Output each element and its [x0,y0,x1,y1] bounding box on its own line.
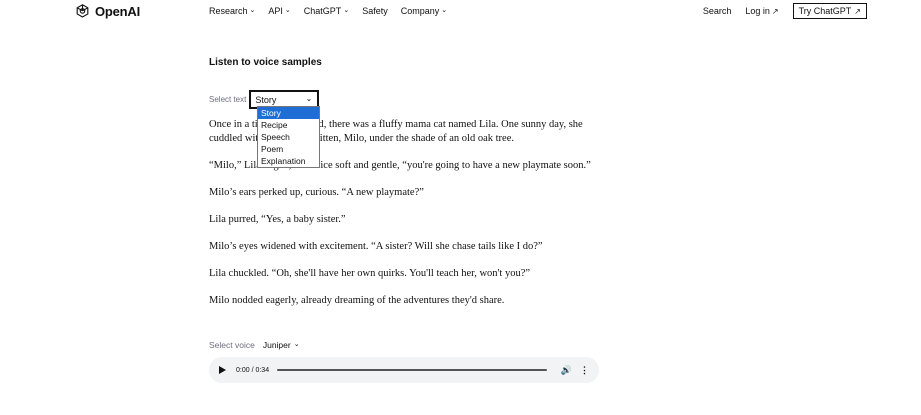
nav-safety-label: Safety [362,6,388,16]
option-poem[interactable]: Poem [258,143,319,155]
login-link[interactable]: Log in ↗ [745,6,778,16]
external-arrow-icon: ↗ [771,6,779,16]
external-arrow-icon: ↗ [854,6,861,16]
progress-track[interactable] [277,369,547,371]
select-voice-label: Select voice [209,340,255,350]
option-speech[interactable]: Speech [258,131,319,143]
nav-api-label: API [268,6,283,16]
nav-api[interactable]: API ⌄ [268,6,290,16]
story-paragraph: Lila chuckled. “Oh, she'll have her own … [209,267,531,279]
chevron-down-icon: ⌄ [249,7,256,14]
chevron-down-icon: ⌄ [343,7,350,14]
volume-icon[interactable]: 🔊 [561,365,572,376]
nav-chatgpt[interactable]: ChatGPT ⌄ [304,6,349,16]
chevron-down-icon: ⌄ [441,7,448,14]
more-options-icon[interactable]: ⋮ [580,365,589,376]
chevron-down-icon: ⌄ [284,7,291,14]
option-story[interactable]: Story [258,107,319,119]
top-nav: OpenAI Research ⌄ API ⌄ ChatGPT ⌄ Safety… [0,0,921,24]
story-paragraph: Milo’s eyes widened with excitement. “A … [209,240,543,252]
story-paragraph: Lila purred, “Yes, a baby sister.” [209,213,346,225]
logo-text: OpenAI [95,4,141,19]
nav-company-label: Company [400,6,440,16]
story-paragraph: Milo nodded eagerly, already dreaming of… [209,294,505,306]
option-recipe[interactable]: Recipe [258,119,319,131]
try-chatgpt-label: Try ChatGPT [798,6,852,16]
nav-company[interactable]: Company ⌄ [401,6,447,16]
select-text-label: Select text [209,95,247,104]
search-link[interactable]: Search [703,6,732,16]
select-voice-row: Select voice Juniper ⌄ [209,340,300,350]
nav-safety[interactable]: Safety [362,6,388,16]
nav-research-label: Research [209,6,248,16]
story-paragraph: Milo’s ears perked up, curious. “A new p… [209,186,424,198]
nav-links: Research ⌄ API ⌄ ChatGPT ⌄ Safety Compan… [209,6,447,16]
select-voice-dropdown[interactable]: Juniper ⌄ [263,340,300,350]
nav-chatgpt-label: ChatGPT [303,6,342,16]
chevron-down-icon: ⌄ [293,341,300,348]
play-icon[interactable] [219,366,226,374]
nav-right: Search Log in ↗ Try ChatGPT ↗ [703,3,867,19]
openai-logo-icon [76,4,89,18]
select-voice-value: Juniper [262,340,291,350]
time-display: 0:00 / 0:34 [236,366,270,374]
select-text-options: Story Recipe Speech Poem Explanation [257,106,320,168]
chevron-down-icon: ⌄ [305,94,313,103]
select-text-value: Story [255,94,277,105]
audio-player: 0:00 / 0:34 🔊 ⋮ [209,357,599,383]
login-label: Log in [745,6,770,16]
nav-research[interactable]: Research ⌄ [209,6,255,16]
section-heading: Listen to voice samples [209,57,322,68]
option-explanation[interactable]: Explanation [258,155,319,167]
try-chatgpt-button[interactable]: Try ChatGPT ↗ [792,3,867,19]
logo[interactable]: OpenAI [74,3,140,20]
